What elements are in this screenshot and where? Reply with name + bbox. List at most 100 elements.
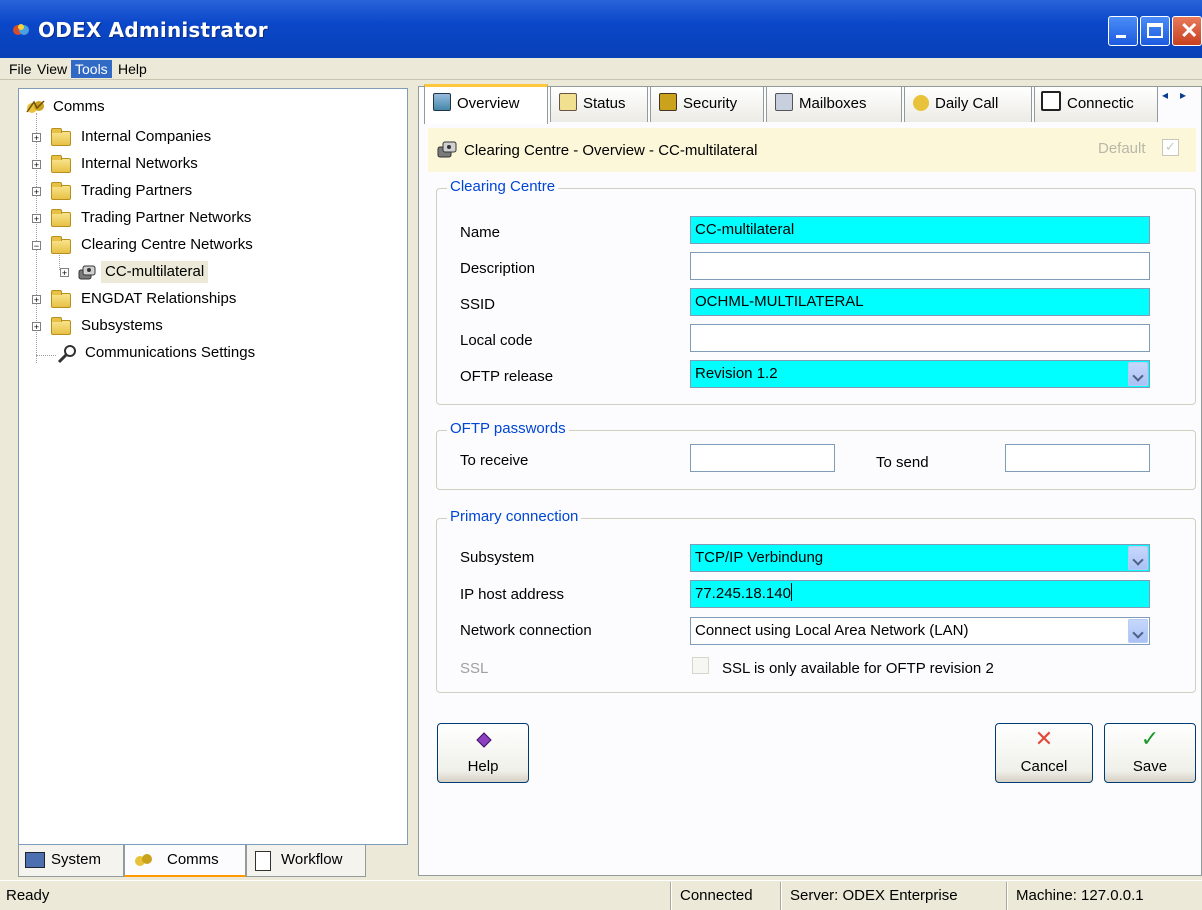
menu-file[interactable]: File (5, 60, 36, 78)
folder-icon (51, 290, 71, 308)
expand-icon[interactable]: + (32, 160, 41, 170)
text-cursor (790, 583, 792, 601)
ssl-checkbox[interactable] (692, 657, 709, 674)
menu-tools[interactable]: Tools (71, 60, 112, 78)
tab-label: Comms (167, 851, 219, 868)
folder-icon (51, 128, 71, 146)
clearing-centre-icon (437, 141, 457, 158)
tree-label: CC-multilateral (101, 261, 209, 283)
odex-app-icon (13, 24, 29, 35)
section-header: Clearing Centre - Overview - CC-multilat… (428, 128, 1196, 172)
tree-label: Clearing Centre Networks (81, 236, 253, 253)
menu-bar: File View Tools Help (0, 58, 1202, 80)
tree-item-trading-partner-networks[interactable]: + Trading Partner Networks (19, 207, 399, 229)
expand-icon[interactable]: + (32, 187, 41, 197)
clipboard-icon (559, 93, 577, 111)
expand-icon[interactable]: + (32, 133, 41, 143)
minimize-icon (1116, 35, 1126, 38)
default-checkbox[interactable]: ✓ (1162, 139, 1179, 156)
tab-scroll[interactable]: ◂ ▸ (1158, 88, 1198, 108)
security-icon (659, 93, 677, 111)
wrench-icon (57, 345, 76, 364)
chevron-down-icon[interactable] (1128, 546, 1148, 570)
tree-label: Subsystems (81, 317, 163, 334)
comms-icon (135, 854, 152, 866)
to-send-password-field[interactable] (1005, 444, 1150, 472)
scroll-right-icon[interactable]: ▸ (1180, 88, 1186, 102)
tab-system[interactable]: System (18, 845, 124, 877)
save-button[interactable]: ✓ Save (1104, 723, 1196, 783)
help-book-icon (476, 732, 492, 748)
expand-icon[interactable]: + (60, 268, 69, 278)
navigation-tree[interactable]: Comms + Internal Companies + Internal Ne… (18, 88, 408, 845)
default-label: Default (1098, 140, 1146, 157)
tree-item-engdat-relationships[interactable]: + ENGDAT Relationships (19, 288, 399, 310)
subsystem-select[interactable]: TCP/IP Verbindung (690, 544, 1150, 572)
maximize-button[interactable] (1140, 16, 1170, 46)
tree-label: ENGDAT Relationships (81, 290, 237, 307)
tab-status[interactable]: Status (550, 86, 648, 122)
menu-view[interactable]: View (33, 60, 71, 78)
collapse-icon[interactable]: − (32, 241, 41, 251)
ip-host-address-field[interactable]: 77.245.18.140 (690, 580, 1150, 608)
tree-label: Internal Networks (81, 155, 198, 172)
tab-label: Daily Call (935, 95, 999, 112)
tree-item-clearing-centre-networks[interactable]: − Clearing Centre Networks (19, 234, 399, 256)
tree-item-communications-settings[interactable]: Communications Settings (19, 342, 399, 364)
ssid-field[interactable]: OCHML-MULTILATERAL (690, 288, 1150, 316)
group-legend: Primary connection (447, 508, 582, 525)
expand-icon[interactable]: + (32, 295, 41, 305)
folder-icon (51, 236, 71, 254)
menu-help[interactable]: Help (114, 60, 151, 78)
tab-label: System (51, 851, 102, 868)
select-value: TCP/IP Verbindung (695, 549, 824, 566)
local-code-field[interactable] (690, 324, 1150, 352)
title-bar[interactable]: ODEX Administrator ✕ (0, 0, 1202, 58)
folder-icon (51, 155, 71, 173)
tab-mailboxes[interactable]: Mailboxes (766, 86, 902, 122)
close-button[interactable]: ✕ (1172, 16, 1202, 46)
description-label: Description (460, 260, 536, 277)
tab-label: Security (683, 95, 738, 112)
tree-item-internal-networks[interactable]: + Internal Networks (19, 153, 399, 175)
tab-label: Connectic (1067, 95, 1134, 112)
tab-comms[interactable]: Comms (124, 845, 246, 877)
description-field[interactable] (690, 252, 1150, 280)
network-connection-label: Network connection (460, 622, 592, 639)
tab-connections[interactable]: Connectic (1034, 86, 1158, 122)
computer-icon (25, 852, 45, 868)
scroll-left-icon[interactable]: ◂ (1162, 88, 1168, 102)
tab-label: Overview (457, 95, 520, 112)
expand-icon[interactable]: + (32, 322, 41, 332)
oftp-release-select[interactable]: Revision 1.2 (690, 360, 1150, 388)
expand-icon[interactable]: + (32, 214, 41, 224)
status-connected: Connected (680, 887, 753, 904)
chevron-down-icon[interactable] (1128, 362, 1148, 386)
tree-item-subsystems[interactable]: + Subsystems (19, 315, 399, 337)
page-title: Clearing Centre - Overview - CC-multilat… (464, 142, 758, 159)
to-receive-password-field[interactable] (690, 444, 835, 472)
name-label: Name (460, 224, 501, 241)
tree-label: Trading Partner Networks (81, 209, 252, 226)
subsystem-label: Subsystem (460, 549, 535, 566)
minimize-button[interactable] (1108, 16, 1138, 46)
button-label: Cancel (1020, 758, 1068, 775)
chevron-down-icon[interactable] (1128, 619, 1148, 643)
document-icon (255, 851, 271, 871)
tab-daily-call[interactable]: Daily Call (904, 86, 1032, 122)
folder-icon (51, 182, 71, 200)
cancel-button[interactable]: ✕ Cancel (995, 723, 1093, 783)
tab-overview[interactable]: Overview (424, 84, 548, 124)
help-button[interactable]: Help (437, 723, 529, 783)
tab-security[interactable]: Security (650, 86, 764, 122)
tree-item-trading-partners[interactable]: + Trading Partners (19, 180, 399, 202)
close-icon: ✕ (1180, 18, 1199, 43)
checkmark-icon: ✓ (1140, 726, 1160, 751)
clearing-centre-icon (78, 265, 96, 280)
tree-item-cc-multilateral[interactable]: + CC-multilateral (19, 261, 399, 283)
tree-item-internal-companies[interactable]: + Internal Companies (19, 126, 399, 148)
tab-workflow[interactable]: Workflow (246, 845, 366, 877)
network-connection-select[interactable]: Connect using Local Area Network (LAN) (690, 617, 1150, 645)
status-ready: Ready (6, 887, 50, 904)
name-field[interactable]: CC-multilateral (690, 216, 1150, 244)
